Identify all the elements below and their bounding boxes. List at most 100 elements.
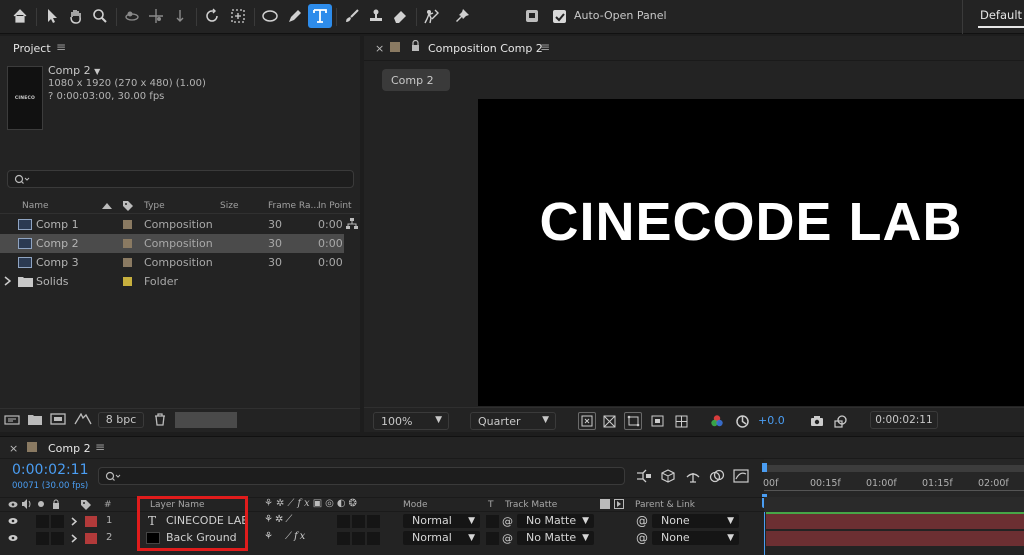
pan-camera-icon[interactable] [144, 4, 168, 28]
label-color-swatch[interactable] [123, 277, 132, 286]
eraser-icon[interactable] [388, 4, 412, 28]
new-composition-icon[interactable] [50, 413, 66, 425]
lock-icon[interactable] [411, 40, 420, 52]
ellipse-tool-icon[interactable] [258, 4, 282, 28]
preserve-transparency-header[interactable]: T [488, 500, 494, 510]
transparency-grid-icon[interactable] [600, 412, 618, 430]
brush-tool-icon[interactable] [340, 4, 364, 28]
parent-link-header[interactable]: Parent & Link [635, 500, 695, 510]
switch-box[interactable] [352, 532, 365, 545]
project-item-solids[interactable]: Solids Folder [0, 272, 344, 291]
layer-row-1[interactable]: 1 T CINECODE LAB ⚘✲⟋ Normal ▼ @ No Matte ▼… [0, 513, 764, 530]
preserve-transparency-toggle[interactable] [486, 532, 499, 545]
work-area-bar[interactable] [766, 465, 1024, 472]
project-item-comp-2[interactable]: Comp 2 Composition 30 0:00:00:00 [0, 234, 344, 253]
layer-1-duration-bar[interactable] [766, 514, 1024, 529]
hand-tool-icon[interactable] [64, 4, 88, 28]
resolution-dropdown[interactable]: Quarter ▼ [470, 412, 556, 430]
expand-chevron-icon[interactable] [71, 534, 77, 543]
show-snapshot-icon[interactable] [832, 412, 850, 430]
project-item-comp-3[interactable]: Comp 3 Composition 30 0:00:00:00 [0, 253, 344, 272]
pen-tool-icon[interactable] [283, 4, 307, 28]
comp-flowchart-icon[interactable] [636, 469, 652, 483]
project-panel-menu-icon[interactable]: ≡ [56, 40, 66, 54]
new-folder-icon[interactable] [28, 414, 42, 425]
type-tool-icon[interactable] [308, 4, 332, 28]
lock-header-icon[interactable] [52, 499, 60, 509]
switch-box[interactable] [367, 515, 380, 528]
solo-toggle[interactable] [36, 515, 49, 528]
timeline-menu-icon[interactable]: ≡ [95, 440, 105, 454]
parent-dropdown[interactable]: None ▼ [652, 514, 739, 528]
matte-invert-header-icon[interactable] [614, 499, 624, 509]
blend-mode-dropdown[interactable]: Normal ▼ [403, 531, 480, 545]
canvas-text-layer[interactable]: CINECODE LAB [478, 191, 1024, 253]
blend-mode-dropdown[interactable]: Normal ▼ [403, 514, 480, 528]
panel-layout-icon[interactable] [520, 4, 544, 28]
snapshot-camera-icon[interactable] [808, 412, 826, 430]
preserve-transparency-toggle[interactable] [486, 515, 499, 528]
expand-chevron-icon[interactable] [4, 276, 11, 286]
roto-brush-icon[interactable] [420, 4, 444, 28]
column-frame-rate[interactable]: Frame Ra... [268, 201, 319, 211]
project-item-comp-1[interactable]: Comp 1 Composition 30 0:00:00:00 [0, 215, 344, 234]
label-tag-icon[interactable] [80, 499, 92, 510]
zoom-tool-icon[interactable] [88, 4, 112, 28]
audio-header-icon[interactable] [21, 499, 32, 509]
column-type[interactable]: Type [144, 201, 165, 211]
draft-3d-icon[interactable] [660, 469, 676, 483]
layer-number-header[interactable]: # [104, 500, 112, 510]
switch-box[interactable] [337, 532, 350, 545]
mode-header[interactable]: Mode [403, 500, 428, 510]
timeline-search-input[interactable] [98, 467, 625, 485]
reset-exposure-icon[interactable] [733, 412, 751, 430]
lock-toggle[interactable] [51, 532, 64, 545]
chevron-down-icon[interactable]: ▼ [94, 67, 100, 76]
lock-toggle[interactable] [51, 515, 64, 528]
shy-layers-icon[interactable] [685, 469, 701, 483]
label-color-swatch[interactable] [123, 239, 132, 248]
sort-up-icon[interactable] [102, 202, 112, 209]
color-depth-button[interactable]: 8 bpc [98, 412, 144, 428]
interpret-footage-icon[interactable] [4, 414, 20, 426]
track-matte-dropdown[interactable]: No Matte ▼ [517, 514, 594, 528]
parent-pickwhip-icon[interactable]: @ [636, 531, 648, 545]
column-name[interactable]: Name [22, 201, 49, 211]
video-visibility-eye-icon[interactable] [8, 517, 18, 525]
rotation-tool-icon[interactable] [200, 4, 224, 28]
comp-navigator-chip[interactable]: Comp 2 [382, 69, 450, 91]
track-matte-header[interactable]: Track Matte [505, 500, 557, 510]
puppet-pin-icon[interactable] [450, 4, 474, 28]
timeline-tab-title[interactable]: Comp 2 [48, 442, 91, 455]
grid-guides-icon[interactable] [672, 412, 690, 430]
exposure-value[interactable]: +0.0 [758, 414, 785, 427]
switch-box[interactable] [337, 515, 350, 528]
layer-label-color[interactable] [85, 516, 97, 527]
region-of-interest-icon[interactable] [648, 412, 666, 430]
parent-pickwhip-icon[interactable]: @ [636, 514, 648, 528]
mask-visibility-icon[interactable] [624, 412, 642, 430]
pickwhip-icon[interactable]: @ [502, 515, 513, 528]
composition-panel-title[interactable]: Composition Comp 2 [428, 42, 543, 55]
composition-viewer[interactable]: CINECODE LAB [478, 99, 1024, 406]
track-matte-dropdown[interactable]: No Matte ▼ [517, 531, 594, 545]
layer-switches-icons[interactable]: ⚘ ⟋fx [264, 531, 307, 542]
layer-2-duration-bar[interactable] [766, 531, 1024, 546]
column-in-point[interactable]: In Point [318, 201, 352, 211]
matte-header-icon[interactable] [600, 499, 610, 509]
solo-toggle[interactable] [36, 532, 49, 545]
auto-open-panel-checkbox[interactable] [553, 10, 566, 23]
switches-header-icons[interactable]: ⚘✲⟋fx▣◎◐❂ [264, 498, 360, 509]
solo-header-icon[interactable] [38, 501, 44, 507]
video-visibility-eye-icon[interactable] [8, 534, 18, 542]
current-time-display[interactable]: 0:00:02:11 [870, 411, 938, 429]
selected-comp-name[interactable]: Comp 2 ▼ [48, 64, 100, 77]
home-icon[interactable] [8, 4, 32, 28]
graph-editor-icon[interactable] [733, 469, 749, 483]
label-tag-icon[interactable] [122, 200, 134, 211]
close-panel-icon[interactable]: × [375, 42, 384, 55]
close-timeline-icon[interactable]: × [9, 442, 18, 455]
timeline-current-time[interactable]: 0:00:02:11 [12, 462, 89, 478]
clone-stamp-icon[interactable] [364, 4, 388, 28]
layer-row-2[interactable]: 2 Back Ground ⚘ ⟋fx Normal ▼ @ No Matte ▼ @… [0, 530, 764, 547]
